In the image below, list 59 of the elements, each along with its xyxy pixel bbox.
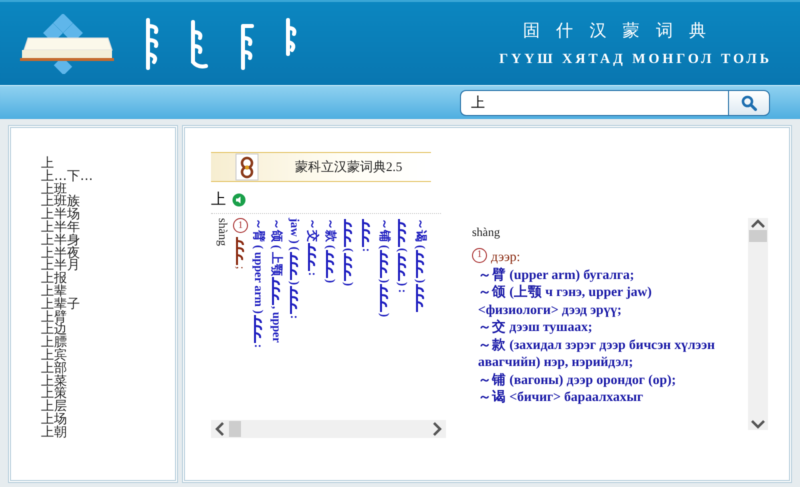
word-list-item[interactable]: 上层 [41,401,175,414]
mongolian-script-drawing [378,249,390,279]
mongolian-script-drawing [396,218,408,248]
sense-number: 1 [472,248,487,262]
entry-line-vertical: 1 ; [233,218,248,272]
mongolian-script-drawing [342,218,354,248]
speaker-icon[interactable] [232,192,246,206]
banner-title: 蒙科立汉蒙词典2.5 [295,158,402,176]
dictionary-title: 固 什 汉 蒙 词 典 [522,20,712,42]
entry-line-vertical: ( ) [341,218,356,414]
entry-line-vertical: ～款 ( ) [323,218,338,285]
word-list-item[interactable]: 上 [41,158,175,171]
vertical-scrollbar[interactable] [748,218,768,430]
chevron-right-icon [432,422,442,436]
chevron-down-icon [751,418,765,430]
mongolian-script-drawing [252,314,264,344]
entry-line-vertical: ～铺 ( ) ) [377,218,392,319]
mongolian-script-drawing [378,283,390,313]
horizontal-scrollbar[interactable] [211,420,446,438]
search-field[interactable]: 上 [460,90,728,116]
search-button[interactable] [728,90,770,116]
word-list-item[interactable]: 上朝 [41,426,175,440]
entry-line-vertical: ～臂 ( upper arm ) : [251,218,266,350]
definition-line: ～臂 (upper arm) бугалга; [477,266,636,283]
chevron-left-icon [215,422,225,436]
scrollbar-thumb[interactable] [749,230,767,242]
sense-heading: дээр: [491,248,520,266]
pinyin-vertical: shàng [215,218,230,248]
entry-line-vertical: ～颌 ( 上颚 , upper [269,218,284,345]
scrollbar-thumb[interactable] [229,421,241,437]
entry-line-vertical: ～交 : [305,218,320,278]
mongolian-script-drawing [342,252,354,282]
mongolian-script-drawing [396,252,408,282]
chevron-up-icon [751,218,765,230]
definition-line: ～颌 (上颚 ч гэнэ, upper jaw) <физиологи> дээд эрүү; [477,283,653,318]
mongolian-script-drawing [234,236,246,266]
entry-line-vertical: ～谒 ( ) [413,218,428,414]
headword: 上 [211,190,226,209]
definition-line: ～交 дээш тушаах; [477,318,594,336]
mongolian-script-drawing [414,283,426,313]
search-icon [741,94,757,110]
mongolian-script-drawing [360,218,372,248]
mongolian-script-drawing [288,284,300,315]
word-list-item[interactable]: 上臂 [41,312,175,324]
mongolian-script-drawing [288,250,300,281]
mongolian-script-drawing [324,249,336,279]
entry-line-vertical: ( ) : [395,218,410,414]
book-logo-icon [18,14,114,74]
definition-line: ～铺 (вагоны) дээр орондог (op); [477,370,677,388]
mongolian-script-drawing [306,242,318,272]
entry-line-vertical: : [359,218,374,414]
definition-line: ～款 (захидал зэрэг дээр бичсэн хүлээн авагчийн) нэр, нэрийдэл; [477,336,716,370]
entry-line-vertical: jaw ) ( ) : [287,218,302,321]
dictionary-subtitle: ГҮҮШ ХЯТАД МОНГОЛ ТОЛЬ [499,52,772,68]
mongolian-script-drawing [414,249,426,279]
definition-line: ～谒 <бичиг> бараалхахыг [477,388,644,406]
emblem-icon [235,153,259,181]
mongolian-script-drawing [270,276,282,306]
pinyin: shàng [472,224,501,241]
